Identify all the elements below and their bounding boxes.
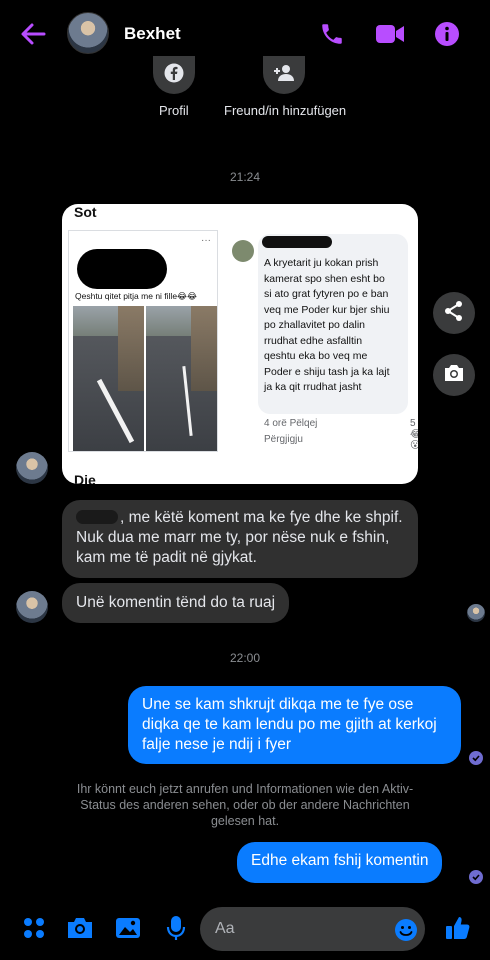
comment-text: A kryetarit ju kokan prish kamerat spo s… (264, 256, 406, 396)
profile-button[interactable] (153, 56, 195, 94)
message-input-placeholder[interactable]: Aa (215, 920, 235, 938)
message-bubble-outgoing[interactable]: Edhe ekam fshij komentin (237, 842, 443, 883)
thumbs-up-icon[interactable] (444, 914, 472, 942)
sent-check-icon (469, 870, 483, 884)
add-friend-label[interactable]: Freund/in hinzufügen (224, 103, 346, 118)
more-options-icon: ··· (201, 235, 211, 246)
add-person-icon (273, 64, 295, 87)
read-receipt-avatar (467, 604, 485, 622)
emoji-icon[interactable] (392, 916, 420, 944)
embedded-post: ··· Qeshtu qitet pitja me ni fille😂😂 (68, 230, 218, 452)
message-bubble-incoming[interactable]: Unë komentin tënd do ta ruaj (62, 583, 290, 623)
comment-line: kamerat spo shen esht bo (264, 272, 385, 285)
contact-name[interactable]: Bexhet (124, 24, 181, 44)
contact-avatar[interactable] (67, 12, 109, 54)
comment-line: veq me Poder kur bjer shiu (264, 303, 390, 316)
chat-header: Bexhet (0, 0, 490, 66)
share-icon (443, 300, 465, 327)
commenter-avatar (232, 240, 254, 262)
microphone-icon[interactable] (162, 914, 190, 942)
sender-avatar[interactable] (16, 591, 48, 623)
road-photo-after (146, 306, 217, 451)
timestamp: 21:24 (229, 170, 261, 184)
message-text: Edhe ekam fshij komentin (251, 852, 429, 869)
save-photo-button[interactable] (433, 354, 475, 396)
redacted-commenter-name (262, 236, 332, 248)
post-caption: Qeshtu qitet pitja me ni fille😂😂 (75, 291, 197, 301)
message-bubble-incoming[interactable]: , me këtë koment ma ke fye dhe ke shpif.… (62, 500, 418, 578)
comment-line: qeshtu eka bo veq me (264, 350, 368, 362)
comment-line: A kryetarit ju kokan prish (264, 257, 379, 269)
profile-label[interactable]: Profil (159, 103, 189, 118)
share-button[interactable] (433, 292, 475, 334)
shared-image[interactable]: Sot ··· Qeshtu qitet pitja me ni fille😂😂… (62, 204, 418, 484)
apps-grid-icon[interactable] (20, 914, 48, 942)
video-call-icon[interactable] (374, 18, 406, 50)
facebook-icon (164, 63, 184, 88)
camera-icon[interactable] (66, 914, 94, 942)
comment-line: Poder e shiju tash ja ka lajt (264, 365, 390, 378)
message-bubble-outgoing[interactable]: Une se kam shkrujt dikqa me te fye ose d… (128, 686, 461, 764)
road-photo-before (73, 306, 144, 451)
info-icon[interactable] (431, 18, 463, 50)
add-friend-button[interactable] (263, 56, 305, 94)
comment-bubble: A kryetarit ju kokan prish kamerat spo s… (258, 234, 408, 414)
redacted-name (77, 249, 167, 289)
comment-meta: 4 orë Pëlqej (264, 418, 318, 429)
embedded-comment: A kryetarit ju kokan prish kamerat spo s… (224, 230, 418, 452)
timestamp: 22:00 (229, 651, 261, 665)
sent-check-icon (469, 751, 483, 765)
phone-icon[interactable] (316, 18, 348, 50)
message-text: , me këtë koment ma ke fye dhe ke shpif.… (76, 509, 403, 566)
gallery-icon[interactable] (114, 914, 142, 942)
comment-line: ja ka qit rrudhat jasht (264, 381, 362, 393)
info-notice: Ihr könnt euch jetzt anrufen und Informa… (76, 782, 414, 828)
comment-line: po zhallavitet po dalin (264, 319, 365, 331)
comment-reactions: 5😂😮 (410, 418, 418, 451)
message-text: Unë komentin tënd do ta ruaj (76, 594, 276, 611)
sender-avatar[interactable] (16, 452, 48, 484)
image-label-bottom: Die (74, 472, 96, 484)
comment-line: si ato grat fytyren po e ban (264, 288, 389, 300)
back-arrow-icon[interactable] (18, 20, 48, 48)
redacted-name (76, 510, 118, 524)
camera-icon (443, 363, 465, 388)
message-text: Une se kam shkrujt dikqa me te fye ose d… (142, 696, 437, 753)
comment-reply: Përgjigju (264, 434, 303, 445)
image-label-top: Sot (74, 204, 97, 220)
comment-line: rrudhat edhe asfalltin (264, 334, 363, 347)
